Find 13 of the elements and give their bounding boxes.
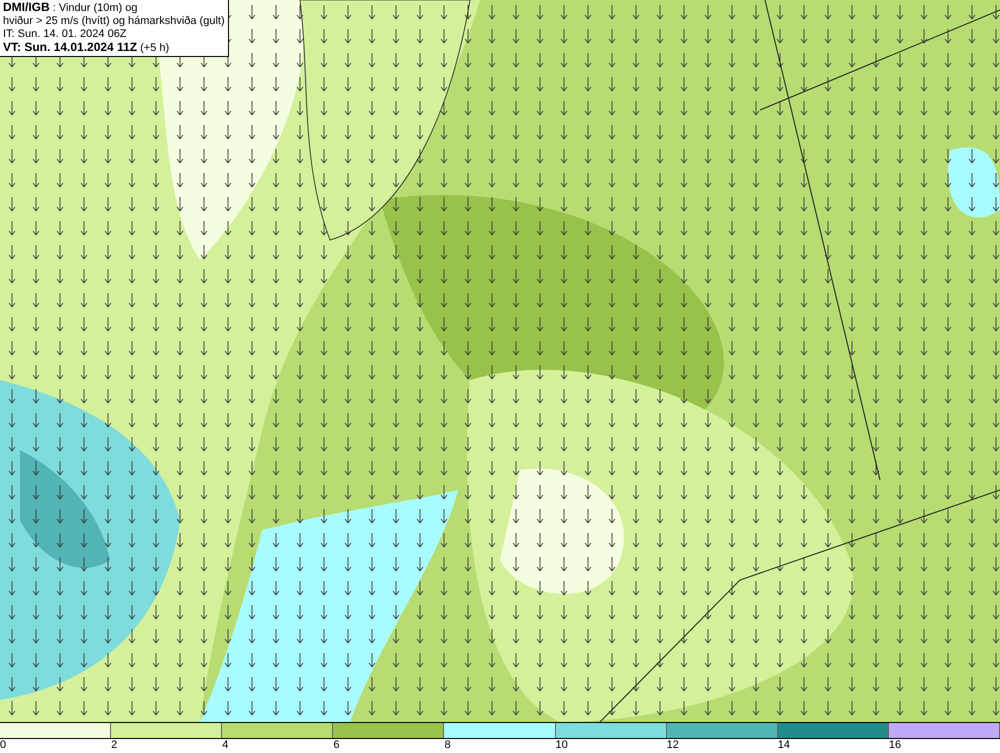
scale-label: 8 bbox=[444, 739, 451, 751]
scale-label: 14 bbox=[778, 739, 790, 751]
scale-label: 10 bbox=[556, 739, 568, 751]
title-line: DMI/IGB : Vindur (10m) og bbox=[3, 1, 139, 15]
scale-label: 16 bbox=[888, 739, 902, 751]
scale-label: 4 bbox=[222, 739, 228, 751]
scale-label: 2 bbox=[111, 739, 118, 751]
scale-label: 0 bbox=[0, 739, 6, 751]
scale-label: 12 bbox=[666, 739, 679, 751]
scale-label: 6 bbox=[333, 739, 340, 751]
title-line: hviður > 25 m/s (hvítt) og hámarkshviða (gult) bbox=[3, 15, 225, 28]
title-line: VT: Sun. 14.01.2024 11Z (+5 h) bbox=[3, 41, 170, 55]
title-line: IT: Sun. 14. 01. 2024 06Z bbox=[3, 28, 128, 41]
